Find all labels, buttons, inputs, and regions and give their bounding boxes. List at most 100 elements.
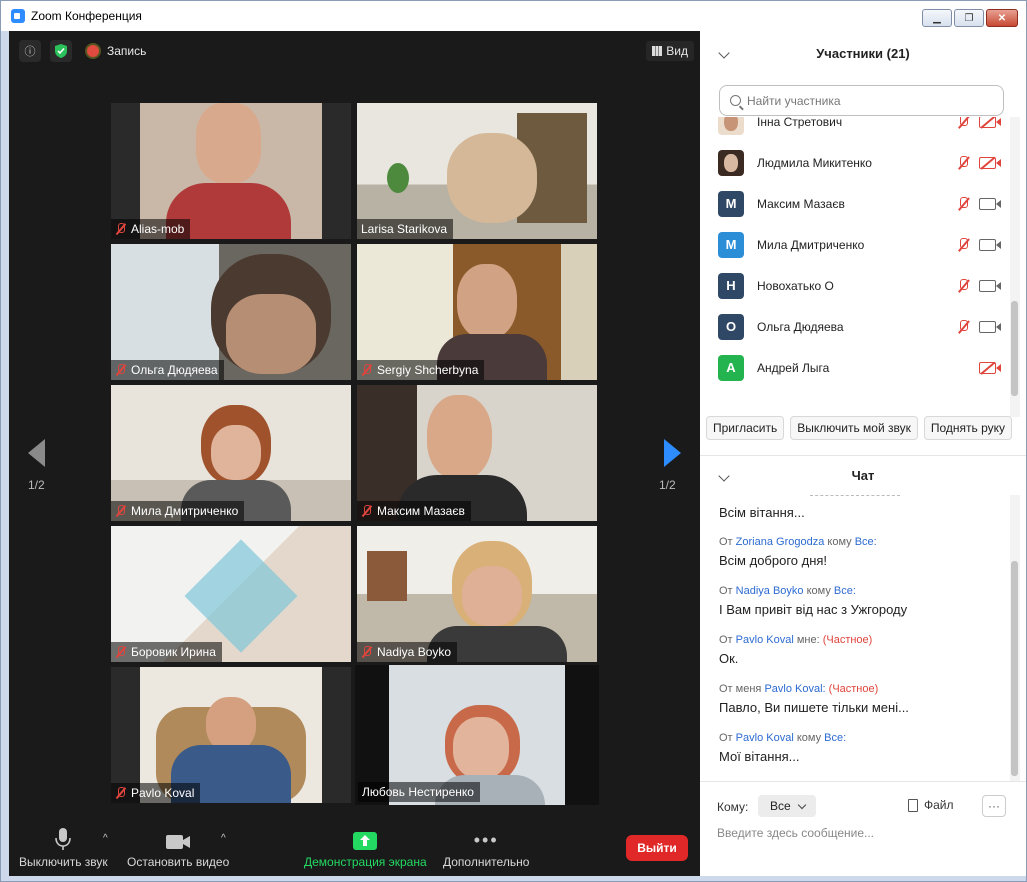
meeting-topbar: ⓘ Запись Вид — [9, 31, 700, 71]
chat-message-input[interactable]: Введите здесь сообщение... — [717, 826, 874, 840]
mic-muted-icon — [115, 787, 126, 799]
stop-video-label: Остановить видео — [127, 855, 230, 869]
leave-meeting-button[interactable]: Выйти — [626, 835, 688, 861]
chat-more-icon[interactable]: ··· — [982, 795, 1006, 817]
video-camera-icon[interactable] — [979, 279, 1001, 292]
participant-name-label: Sergiy Shcherbyna — [357, 360, 485, 380]
participant-row[interactable]: M Максим Мазаєв — [700, 183, 1010, 224]
share-screen-icon — [353, 832, 378, 850]
view-label: Вид — [666, 44, 688, 58]
view-button[interactable]: Вид — [646, 41, 694, 61]
participant-row[interactable]: A Андрей Лыга — [700, 347, 1010, 388]
collapse-chevron-icon[interactable] — [718, 47, 730, 59]
video-off-icon[interactable] — [979, 156, 1001, 169]
mute-me-button[interactable]: Выключить мой звук — [790, 416, 918, 440]
video-tile-active-speaker[interactable]: Любовь Нестиренко — [355, 665, 599, 805]
chat-message-text: Павло, Ви пишете тільки мені... — [719, 700, 909, 715]
chat-scrollbar-thumb[interactable] — [1011, 561, 1018, 776]
chat-header: Чат — [700, 455, 1026, 495]
next-page-arrow-icon[interactable] — [664, 439, 681, 467]
video-tile[interactable]: Боровик Ирина — [111, 526, 351, 662]
participant-search-input[interactable]: Найти участника — [719, 85, 1004, 116]
zoom-app-icon — [11, 9, 25, 23]
mic-muted-icon — [115, 364, 126, 376]
avatar — [718, 117, 744, 135]
share-screen-button[interactable]: Демонстрация экрана — [304, 821, 427, 876]
zoom-window: Zoom Конференция ▁ ❐ ✕ ⓘ Запись Вид 1/2 … — [0, 0, 1027, 882]
chat-message-meta: От Zoriana Grogodza кому Все: — [719, 536, 877, 548]
stop-video-button[interactable]: Остановить видео — [127, 821, 229, 876]
video-options-caret-icon[interactable]: ^ — [221, 833, 226, 844]
mic-muted-icon — [361, 364, 372, 376]
sender-link[interactable]: Pavlo Koval — [736, 634, 794, 646]
mic-muted-icon[interactable] — [956, 278, 970, 294]
mic-muted-icon — [361, 646, 372, 658]
chevron-down-icon — [797, 800, 806, 809]
maximize-button[interactable]: ❐ — [954, 9, 984, 27]
collapse-chevron-icon[interactable] — [718, 469, 730, 482]
chat-message-text: Всім доброго дня! — [719, 553, 828, 568]
video-tile[interactable]: Мила Дмитриченко — [111, 385, 351, 521]
participant-name-label: Боровик Ирина — [111, 642, 222, 662]
audio-options-caret-icon[interactable]: ^ — [103, 833, 108, 844]
minimize-button[interactable]: ▁ — [922, 9, 952, 27]
mic-muted-icon[interactable] — [956, 196, 970, 212]
mic-muted-icon — [115, 505, 126, 517]
chat-message-text: Всім вітання... — [719, 505, 805, 520]
avatar — [718, 149, 744, 176]
participant-name-label: Nadiya Boyko — [357, 642, 458, 662]
mic-muted-icon[interactable] — [956, 237, 970, 253]
chat-messages: Всім вітання... От Zoriana Grogodza кому… — [700, 495, 1010, 781]
file-button[interactable]: Файл — [908, 798, 954, 812]
chat-message-text: Ок. — [719, 651, 739, 666]
video-camera-icon[interactable] — [979, 320, 1001, 333]
participant-name-label: Максим Мазаєв — [357, 501, 471, 521]
avatar: A — [718, 354, 744, 381]
sender-link[interactable]: Pavlo Koval — [736, 732, 794, 744]
participant-scrollbar-thumb[interactable] — [1011, 301, 1018, 396]
grid-view-icon — [652, 46, 663, 56]
video-tile[interactable]: Sergiy Shcherbyna — [357, 244, 597, 380]
video-tile[interactable]: Larisa Starikova — [357, 103, 597, 239]
video-off-icon[interactable] — [979, 117, 1001, 128]
more-button[interactable]: ••• Дополнительно — [443, 821, 529, 876]
sender-link[interactable]: Nadiya Boyko — [736, 585, 804, 597]
video-tile[interactable]: Alias-mob — [111, 103, 351, 239]
chat-message-meta: От меня Pavlo Koval: (Частное) — [719, 683, 879, 695]
participant-row[interactable]: Людмила Микитенко — [700, 142, 1010, 183]
chat-message-text: І Вам привіт від нас з Ужгороду — [719, 602, 908, 617]
video-camera-icon[interactable] — [979, 238, 1001, 251]
video-tile[interactable]: Максим Мазаєв — [357, 385, 597, 521]
video-off-icon[interactable] — [979, 361, 1001, 374]
info-icon[interactable]: ⓘ — [19, 40, 41, 62]
mic-muted-icon[interactable] — [956, 319, 970, 335]
raise-hand-button[interactable]: Поднять руку — [923, 416, 1013, 440]
security-shield-icon[interactable] — [50, 40, 72, 62]
participant-row[interactable]: H Новохатько О — [700, 265, 1010, 306]
chat-message-meta: От Pavlo Koval кому Все: — [719, 732, 847, 744]
sender-link[interactable]: Zoriana Grogodza — [736, 536, 825, 548]
participant-name-label: Мила Дмитриченко — [111, 501, 245, 521]
mic-muted-icon[interactable] — [956, 117, 970, 130]
participant-row[interactable]: O Ольга Дюдяева — [700, 306, 1010, 347]
participant-row[interactable]: M Мила Дмитриченко — [700, 224, 1010, 265]
video-camera-icon[interactable] — [979, 197, 1001, 210]
participant-row[interactable]: Інна Стретович — [700, 117, 1010, 142]
recipient-select[interactable]: Все — [758, 795, 816, 817]
chat-compose: Кому: Все Файл ··· Введите здесь сообщен… — [700, 781, 1026, 876]
video-tile[interactable]: Pavlo Koval — [111, 667, 351, 803]
mic-muted-icon[interactable] — [956, 155, 970, 171]
previous-page-arrow-icon[interactable] — [28, 439, 45, 467]
invite-button[interactable]: Пригласить — [706, 416, 785, 440]
title-bar: Zoom Конференция ▁ ❐ ✕ — [1, 1, 1026, 31]
mic-muted-icon — [115, 646, 126, 658]
sender-link[interactable]: Pavlo Koval: — [764, 683, 825, 695]
video-tile[interactable]: Ольга Дюдяева — [111, 244, 351, 380]
window-title: Zoom Конференция — [31, 9, 142, 23]
mute-button[interactable]: Выключить звук — [19, 821, 108, 876]
participant-name-label: Любовь Нестиренко — [358, 782, 480, 802]
video-tile[interactable]: Nadiya Boyko — [357, 526, 597, 662]
chat-message-text: Мої вітання... — [719, 749, 800, 764]
more-dots-icon: ••• — [473, 830, 499, 850]
close-button[interactable]: ✕ — [986, 9, 1018, 27]
